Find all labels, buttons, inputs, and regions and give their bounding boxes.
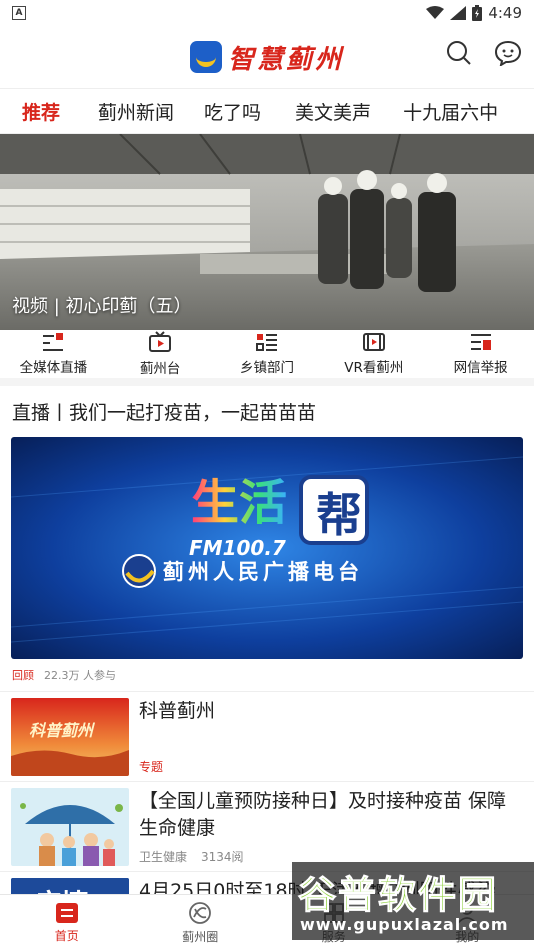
- news-thumb: 科普蓟州: [11, 698, 129, 776]
- tab-jizhou-news[interactable]: 蓟州新闻: [86, 98, 186, 125]
- message-icon[interactable]: [494, 40, 522, 66]
- news-item[interactable]: 【全国儿童预防接种日】及时接种疫苗 保障生命健康 卫生健康 3134阅: [0, 782, 534, 872]
- news-item[interactable]: 科普蓟州 科普蓟州 专题: [0, 692, 534, 782]
- app-header: 智慧蓟州: [0, 26, 534, 88]
- watermark-logo: 谷普软件园 www.gupuxlazal.com: [292, 862, 534, 940]
- news-views: 3134阅: [201, 850, 244, 864]
- thumb-text: 科普蓟州: [29, 721, 96, 740]
- app-logo: 智慧蓟州: [189, 39, 344, 76]
- nav-circle[interactable]: 蓟州圈: [134, 895, 268, 950]
- wifi-icon: [426, 6, 445, 19]
- banner-station-text: 蓟州人民广播电台: [162, 560, 363, 584]
- tv-icon: [149, 331, 172, 352]
- live-meta: 回顾 22.3万 人参与: [0, 659, 534, 692]
- live-banner[interactable]: 生活 帮 FM100.7 蓟州人民广播电台: [11, 437, 523, 659]
- quick-link-tv[interactable]: 蓟州台: [107, 330, 214, 378]
- hero-caption: 视频 | 初心印蓟（五）: [12, 296, 192, 317]
- quick-link-report[interactable]: 网信举报: [427, 330, 534, 378]
- nav-home[interactable]: 首页: [0, 895, 134, 950]
- quick-label: 全媒体直播: [19, 360, 88, 376]
- quick-link-live-media[interactable]: 全媒体直播: [0, 330, 107, 378]
- battery-icon: [472, 5, 483, 21]
- live-banner-image: 生活 帮 FM100.7 蓟州人民广播电台: [11, 437, 523, 659]
- logo-text: 智慧蓟州: [227, 44, 344, 75]
- watermark-url: www.gupuxlazal.com: [300, 915, 509, 934]
- quick-label: 乡镇部门: [239, 360, 294, 376]
- report-icon: [470, 334, 491, 350]
- status-right: 4:49: [426, 4, 522, 22]
- news-title: 【全国儿童预防接种日】及时接种疫苗 保障生命健康: [139, 790, 507, 839]
- live-media-icon: [43, 333, 64, 351]
- tab-plenum[interactable]: 十九届六中: [391, 98, 510, 125]
- nav-label: 蓟州圈: [182, 929, 219, 944]
- film-icon: [362, 333, 385, 351]
- participants-count: 22.3万 人参与: [44, 669, 116, 682]
- quick-label: 网信举报: [453, 360, 508, 376]
- banner-brand-text: 生活: [191, 475, 287, 531]
- tab-eaten[interactable]: 吃了吗: [186, 98, 283, 125]
- banner-freq-text: FM100.7: [189, 536, 286, 560]
- news-body: 【全国儿童预防接种日】及时接种疫苗 保障生命健康 卫生健康 3134阅: [129, 788, 523, 865]
- grid-list-icon: [255, 334, 277, 351]
- status-left: A: [12, 6, 26, 20]
- news-source: 卫生健康: [139, 850, 188, 864]
- replay-label[interactable]: 回顾: [12, 667, 34, 683]
- news-meta: 专题: [139, 758, 523, 775]
- category-tabs: 推荐 蓟州新闻 吃了吗 美文美声 十九届六中: [0, 88, 534, 134]
- news-tag: 专题: [139, 760, 164, 774]
- status-bar: A 4:49: [0, 0, 534, 26]
- tab-prose[interactable]: 美文美声: [283, 98, 391, 125]
- quick-link-vr[interactable]: VR看蓟州: [320, 330, 427, 378]
- news-title: 科普蓟州: [139, 700, 216, 722]
- news-body: 科普蓟州 专题: [129, 698, 523, 775]
- circle-icon: [189, 901, 212, 924]
- quick-link-towns[interactable]: 乡镇部门: [214, 330, 321, 378]
- quick-label: VR看蓟州: [344, 360, 404, 376]
- tab-recommend[interactable]: 推荐: [0, 98, 86, 125]
- quick-label: 蓟州台: [139, 361, 181, 377]
- news-thumb: [11, 788, 129, 866]
- banner-sub-text: 帮: [316, 488, 362, 542]
- signal-icon: [450, 6, 467, 20]
- search-icon[interactable]: [446, 40, 472, 66]
- hero-carousel[interactable]: 视频 | 初心印蓟（五）: [0, 134, 534, 330]
- notification-a-icon: A: [12, 6, 26, 20]
- live-title[interactable]: 直播丨我们一起打疫苗，一起苗苗苗: [0, 386, 534, 431]
- clock: 4:49: [488, 4, 522, 22]
- header-actions: [446, 40, 522, 66]
- quick-links: 全媒体直播 蓟州台 乡镇部门 VR看蓟州 网信举报: [0, 330, 534, 386]
- nav-label: 首页: [54, 928, 79, 943]
- logo-mark-icon: [189, 41, 222, 73]
- home-icon: [55, 902, 78, 923]
- watermark-title: 谷普软件园: [297, 873, 499, 918]
